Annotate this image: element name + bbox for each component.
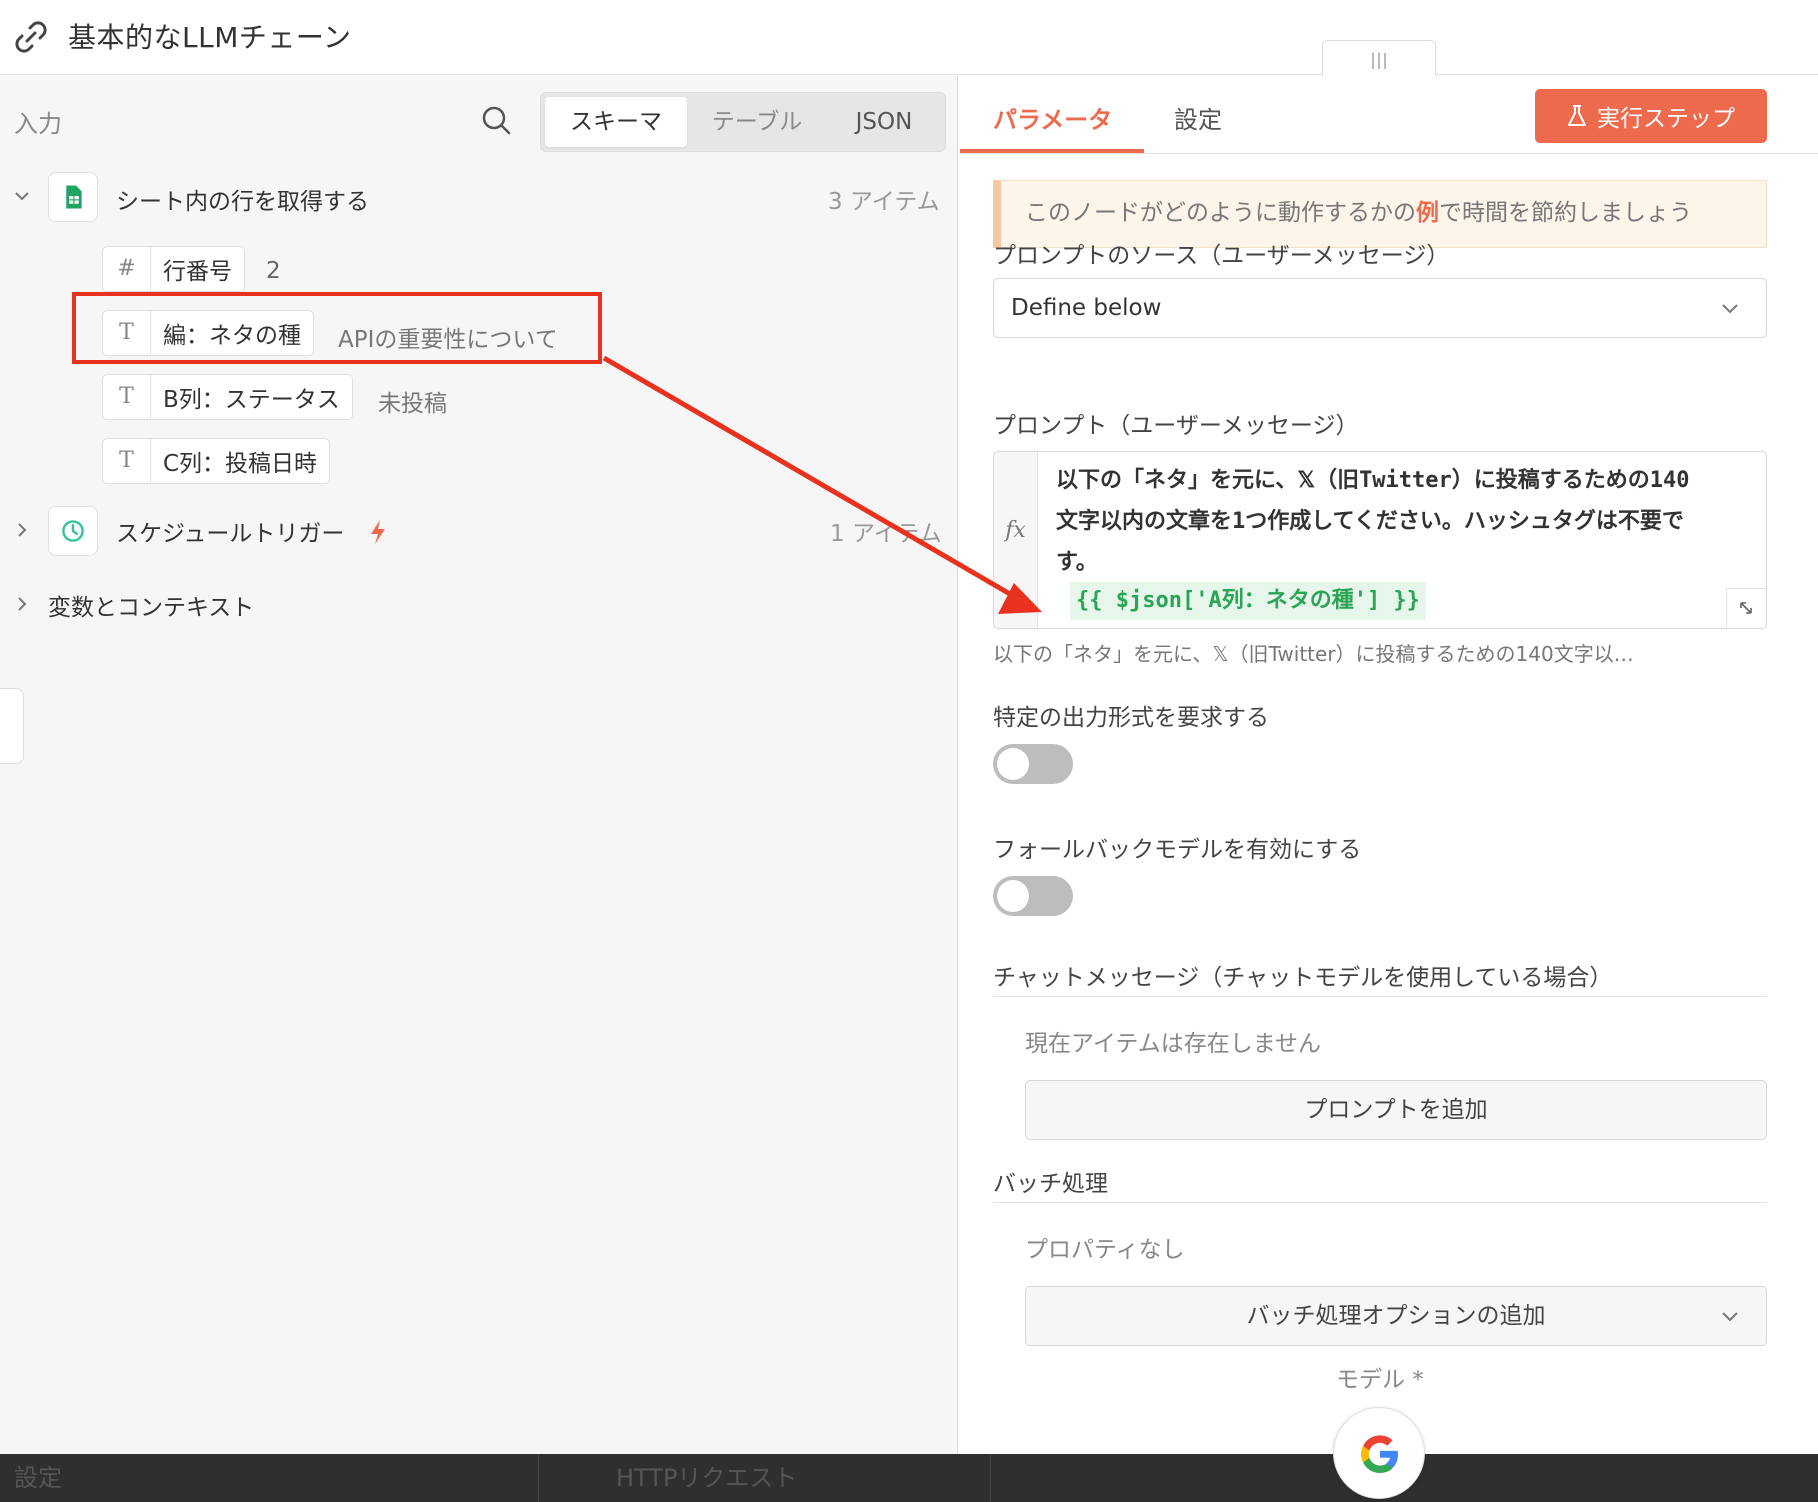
bottom-http-text: HTTPリクエスト (616, 1464, 798, 1492)
expand-icon (1740, 602, 1752, 614)
field-pill-row-number[interactable]: # 行番号 (102, 246, 245, 292)
divider (538, 1454, 539, 1502)
batch-empty: プロパティなし (1025, 1237, 1185, 1263)
prompt-source-select[interactable]: Define below (993, 278, 1767, 338)
bottom-node-bar: 設定 HTTPリクエスト (0, 1454, 1818, 1502)
field-pill-date[interactable]: T C列：投稿日時 (102, 438, 331, 484)
text-type-icon: T (103, 439, 151, 483)
tab-settings[interactable]: 設定 (1174, 100, 1222, 135)
bottom-settings-text: 設定 (14, 1464, 62, 1492)
prompt-expression-editor[interactable]: fx 以下の「ネタ」を元に、𝕏（旧Twitter）に投稿するための140 文字以… (993, 451, 1767, 629)
chevron-down-icon (1722, 1312, 1738, 1322)
run-step-label: 実行ステップ (1597, 106, 1735, 132)
output-format-label: 特定の出力形式を要求する (993, 705, 1269, 731)
output-format-toggle[interactable] (993, 744, 1073, 784)
panel-drag-handle[interactable] (1322, 40, 1436, 78)
chat-messages-label: チャットメッセージ（チャットモデルを使用している場合） (993, 965, 1613, 991)
page-title: 基本的なLLMチェーン (68, 21, 352, 54)
side-collapse-tab[interactable] (0, 688, 24, 764)
prompt-preview: 以下の「ネタ」を元に、𝕏（旧Twitter）に投稿するための140文字以… (993, 642, 1634, 666)
field-label: 行番号 (163, 259, 232, 285)
field-pill-status[interactable]: T B列：ステータス (102, 374, 353, 420)
input-panel: 入力 スキーマ テーブル JSON シート内の行を取得する 3 アイテム # 行… (0, 76, 958, 1454)
tab-schema[interactable]: スキーマ (545, 97, 687, 147)
text-type-icon: T (103, 375, 151, 419)
parameters-panel: パラメータ 設定 実行ステップ このノードがどのように動作するかの例で時間を節約… (960, 76, 1818, 1454)
google-sheets-node-icon (48, 172, 98, 222)
prompt-source-label: プロンプトのソース（ユーザーメッセージ） (993, 243, 1450, 269)
fx-icon: fx (994, 452, 1038, 628)
chevron-right-icon[interactable] (12, 520, 32, 540)
toggle-knob (997, 880, 1029, 912)
field-value: 未投稿 (378, 391, 447, 417)
batch-label: バッチ処理 (993, 1171, 1108, 1197)
number-type-icon: # (103, 247, 151, 291)
top-header: 基本的なLLMチェーン (0, 0, 1818, 75)
examples-link[interactable]: 例 (1416, 200, 1439, 226)
lightning-icon (371, 520, 385, 544)
divider (993, 1202, 1767, 1203)
google-icon (1361, 1435, 1398, 1473)
divider (993, 996, 1767, 997)
prompt-text: 以下の「ネタ」を元に、𝕏（旧Twitter）に投稿するための140 文字以内の文… (1056, 468, 1690, 575)
tab-table[interactable]: テーブル (689, 97, 825, 147)
google-model-button[interactable] (1333, 1407, 1425, 1499)
chevron-down-icon (1722, 304, 1738, 314)
active-tab-underline (960, 149, 1144, 153)
add-batch-option-button[interactable]: バッチ処理オプションの追加 (1025, 1286, 1767, 1346)
trigger-node-count: 1 アイテム (830, 521, 942, 547)
link-icon (15, 21, 47, 53)
trigger-node-title[interactable]: スケジュールトリガー (116, 514, 344, 548)
search-icon[interactable] (480, 104, 512, 136)
sheet-node-title[interactable]: シート内の行を取得する (116, 182, 369, 216)
expand-editor-button[interactable] (1726, 588, 1766, 628)
run-step-button[interactable]: 実行ステップ (1535, 89, 1767, 143)
highlight-box (72, 292, 602, 364)
panel-tabs: パラメータ 設定 実行ステップ (960, 76, 1818, 154)
chevron-right-icon[interactable] (12, 594, 32, 614)
grip-icon (1372, 53, 1386, 69)
fallback-label: フォールバックモデルを有効にする (993, 837, 1362, 863)
input-panel-title: 入力 (14, 110, 62, 138)
tab-parameters[interactable]: パラメータ (993, 100, 1112, 135)
add-prompt-button[interactable]: プロンプトを追加 (1025, 1080, 1767, 1140)
chat-messages-empty: 現在アイテムは存在しません (1025, 1031, 1322, 1057)
field-label: B列：ステータス (163, 387, 340, 413)
sheet-node-count: 3 アイテム (828, 189, 940, 215)
field-value: 2 (266, 258, 281, 284)
chevron-down-icon[interactable] (12, 186, 32, 206)
field-label: C列：投稿日時 (163, 451, 318, 477)
divider (990, 1454, 991, 1502)
tab-json[interactable]: JSON (827, 97, 941, 147)
view-mode-switch: スキーマ テーブル JSON (540, 92, 946, 152)
schedule-trigger-node-icon (48, 506, 98, 556)
toggle-knob (997, 748, 1029, 780)
fallback-toggle[interactable] (993, 876, 1073, 916)
model-label: モデル * (1336, 1367, 1424, 1393)
variables-context-title[interactable]: 変数とコンテキスト (48, 588, 254, 622)
prompt-label: プロンプト（ユーザーメッセージ） (993, 413, 1359, 439)
expression-token: {{ $json['A列：ネタの種'] }} (1070, 582, 1426, 620)
flask-icon (1568, 105, 1586, 126)
